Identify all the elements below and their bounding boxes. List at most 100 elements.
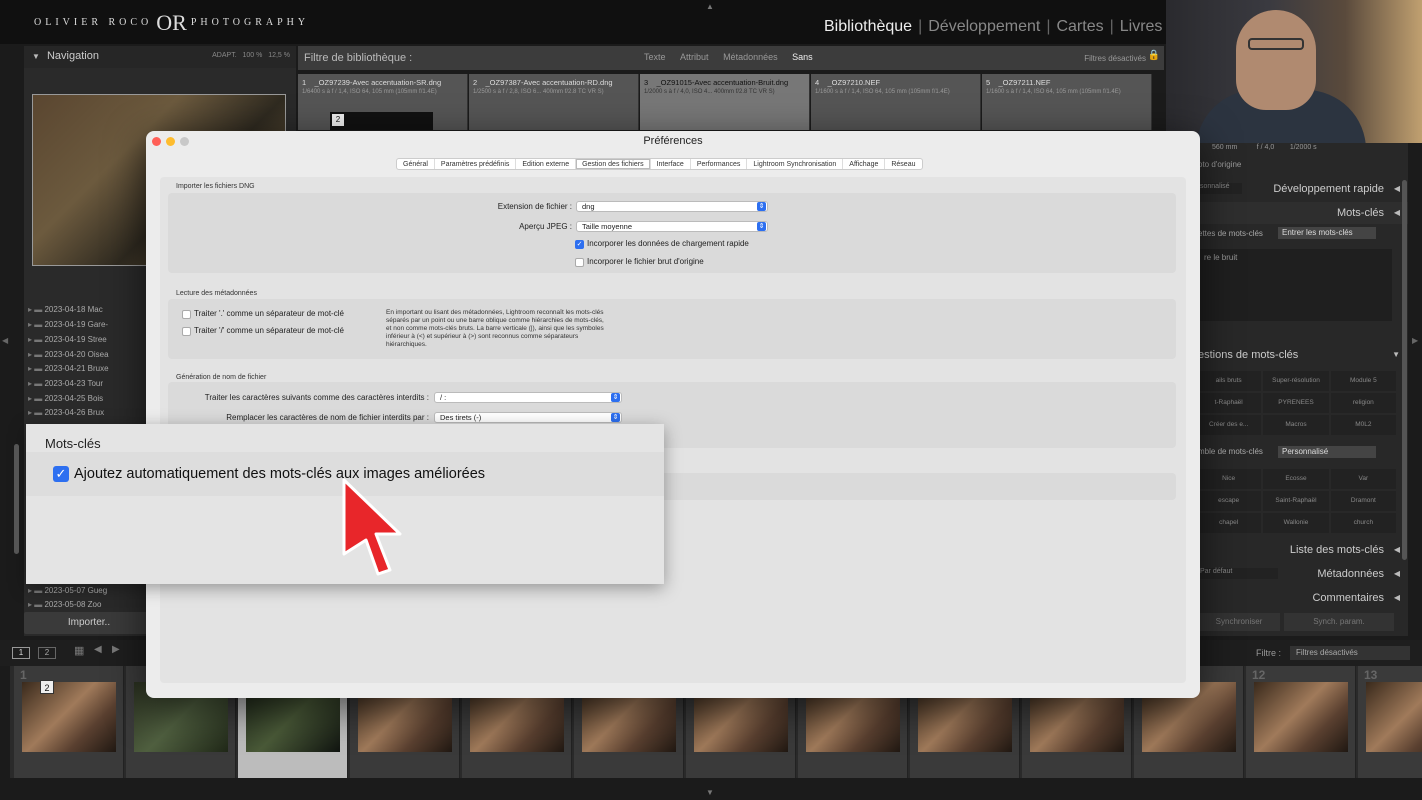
tab-general[interactable]: Général (397, 159, 435, 169)
forward-arrow-icon[interactable]: ▶ (112, 644, 120, 655)
lock-icon[interactable]: 🔒 (1148, 50, 1160, 61)
right-scrollbar[interactable] (1402, 180, 1407, 560)
filter-tab-text[interactable]: Texte (644, 52, 666, 62)
navigator-zoom-options[interactable]: ADAPT. 100 % 12,5 % (212, 52, 290, 59)
collapse-bottom-icon[interactable]: ▼ (706, 788, 714, 797)
filmstrip-thumbnail[interactable]: 12 (1246, 666, 1356, 778)
grid-cell[interactable]: 2 _OZ97387-Avec accentuation-RD.dng 1/25… (469, 74, 639, 130)
folder-item[interactable]: 2023-04-19 Stree (28, 335, 106, 344)
panel-comments[interactable]: Commentaires (1194, 587, 1408, 609)
keyword-suggestion[interactable]: Macros (1263, 415, 1329, 435)
keyword-tags-label: ettes de mots-clés (1198, 229, 1263, 238)
tab-external-editing[interactable]: Edition externe (516, 159, 577, 169)
dot-separator-checkbox[interactable] (182, 310, 191, 319)
keyword-set-select[interactable]: Personnalisé (1278, 446, 1376, 458)
panel-keywords[interactable]: Mots-clés (1194, 202, 1408, 224)
zoom-100[interactable]: 100 % (243, 52, 263, 59)
stack-badge[interactable]: 2 (40, 680, 54, 694)
jpeg-preview-select[interactable]: Taille moyenne (576, 221, 768, 232)
folder-item[interactable]: 2023-04-21 Bruxe (28, 364, 108, 373)
metadata-preset-select[interactable]: Par défaut (1198, 568, 1278, 579)
left-panel-toggle-icon[interactable]: ◀ (2, 336, 8, 345)
embed-raw-checkbox[interactable] (575, 258, 584, 267)
keyword-set-item[interactable]: Dramont (1330, 491, 1396, 511)
collapse-top-icon[interactable]: ▲ (706, 2, 714, 11)
keyword-set-item[interactable]: chapel (1196, 513, 1262, 533)
folder-item[interactable]: 2023-04-25 Bois (28, 394, 103, 403)
sync-button[interactable]: Synchroniser (1198, 613, 1280, 631)
tab-network[interactable]: Réseau (885, 159, 921, 169)
module-develop[interactable]: Développement (928, 18, 1040, 35)
filmstrip-thumbnail[interactable]: 13 (1358, 666, 1422, 778)
keyword-set-item[interactable]: Nice (1196, 469, 1262, 489)
keyword-suggestion[interactable]: M0L2 (1330, 415, 1396, 435)
keyword-set-item[interactable]: escape (1196, 491, 1262, 511)
grid-view-icon[interactable]: ▦ (74, 644, 84, 657)
folder-item[interactable]: 2023-05-08 Zoo (28, 600, 101, 609)
module-map[interactable]: Cartes (1056, 18, 1103, 35)
keyword-entry-select[interactable]: Entrer les mots-clés (1278, 227, 1376, 239)
folder-item[interactable]: 2023-04-19 Gare- (28, 320, 108, 329)
keyword-set-item[interactable]: Var (1330, 469, 1396, 489)
secondary-window-button[interactable]: 2 (38, 647, 56, 659)
keyword-text-area[interactable]: re le bruit (1200, 249, 1392, 321)
tab-presets[interactable]: Paramètres prédéfinis (435, 159, 517, 169)
filter-tab-metadata[interactable]: Métadonnées (723, 52, 778, 62)
folder-item[interactable]: 2023-04-18 Mac (28, 305, 102, 314)
auto-keywords-checkbox[interactable]: ✓ (53, 466, 69, 482)
sync-settings-button[interactable]: Synch. param. (1284, 613, 1394, 631)
library-filter-state[interactable]: Filtres désactivés (1084, 54, 1146, 63)
disclosure-triangle-icon[interactable]: ▼ (32, 52, 40, 61)
illegal-chars-select[interactable]: / : (434, 392, 622, 403)
keyword-suggestion[interactable]: ails bruts (1196, 371, 1262, 391)
panel-keyword-list[interactable]: Liste des mots-clés (1194, 539, 1408, 561)
grid-cell-selected[interactable]: 3 _OZ91015-Avec accentuation-Bruit.dng 1… (640, 74, 810, 130)
file-extension-select[interactable]: dng (576, 201, 768, 212)
tab-interface[interactable]: Interface (651, 159, 691, 169)
keyword-suggestion[interactable]: religion (1330, 393, 1396, 413)
keyword-suggestion[interactable]: PYRENEES (1263, 393, 1329, 413)
zoom-fit[interactable]: ADAPT. (212, 52, 237, 59)
zoom-custom[interactable]: 12,5 % (268, 52, 290, 59)
quick-develop-preset[interactable]: sonnalisé (1198, 183, 1242, 194)
module-library[interactable]: Bibliothèque (824, 18, 912, 35)
keyword-set-item[interactable]: Ecosse (1263, 469, 1329, 489)
module-book[interactable]: Livres (1120, 18, 1163, 35)
grid-cell[interactable]: 1 _OZ97239-Avec accentuation-SR.dng 1/64… (298, 74, 468, 130)
tab-lightroom-sync[interactable]: Lightroom Synchronisation (747, 159, 844, 169)
folder-item[interactable]: 2023-04-23 Tour (28, 379, 103, 388)
keyword-suggestion[interactable]: Créer des e... (1196, 415, 1262, 435)
folder-item[interactable]: 2023-04-20 Oisea (28, 350, 108, 359)
right-panel-toggle-icon[interactable]: ▶ (1412, 336, 1418, 345)
keyword-suggestion[interactable]: t-Raphaël (1196, 393, 1262, 413)
tab-display[interactable]: Affichage (843, 159, 886, 169)
navigator-header[interactable]: ▼ Navigation ADAPT. 100 % 12,5 % (24, 46, 296, 68)
filter-tab-attribute[interactable]: Attribut (680, 52, 709, 62)
auto-keywords-label: Ajoutez automatiquement des mots-clés au… (74, 466, 486, 482)
fast-load-checkbox[interactable]: ✓ (575, 240, 584, 249)
folder-item[interactable]: 2023-04-26 Brux (28, 408, 104, 417)
filmstrip-thumbnail[interactable]: 12 (14, 666, 124, 778)
filmstrip-filter-select[interactable]: Filtres désactivés (1290, 646, 1410, 660)
grid-cell[interactable]: 5 _OZ97211.NEF 1/1600 s à f / 1,4, ISO 6… (982, 74, 1152, 130)
grid-cell[interactable]: 4 _OZ97210.NEF 1/1600 s à f / 1,4, ISO 6… (811, 74, 981, 130)
keyword-suggestion[interactable]: Module 5 (1330, 371, 1396, 391)
slash-separator-checkbox[interactable] (182, 327, 191, 336)
replace-chars-select[interactable]: Des tirets (-) (434, 412, 622, 423)
grid-thumbnail[interactable] (330, 112, 433, 130)
import-button[interactable]: Importer.. (24, 612, 154, 634)
embed-raw-label: Incorporer le fichier brut d'origine (587, 257, 704, 266)
keyword-set-item[interactable]: Saint-Raphaël (1263, 491, 1329, 511)
keyword-suggestion[interactable]: Super-résolution (1263, 371, 1329, 391)
navigator-title: Navigation (46, 50, 99, 62)
left-scrollbar[interactable] (14, 444, 19, 554)
tab-performance[interactable]: Performances (691, 159, 748, 169)
primary-window-button[interactable]: 1 (12, 647, 30, 659)
filter-tab-none[interactable]: Sans (792, 52, 813, 62)
keyword-set-item[interactable]: Wallonie (1263, 513, 1329, 533)
panel-keyword-suggestions[interactable]: estions de mots-clés (1194, 344, 1408, 366)
folder-item[interactable]: 2023-05-07 Gueg (28, 586, 107, 595)
keyword-set-item[interactable]: church (1330, 513, 1396, 533)
tab-file-handling[interactable]: Gestion des fichiers (576, 159, 651, 169)
back-arrow-icon[interactable]: ◀ (94, 644, 102, 655)
